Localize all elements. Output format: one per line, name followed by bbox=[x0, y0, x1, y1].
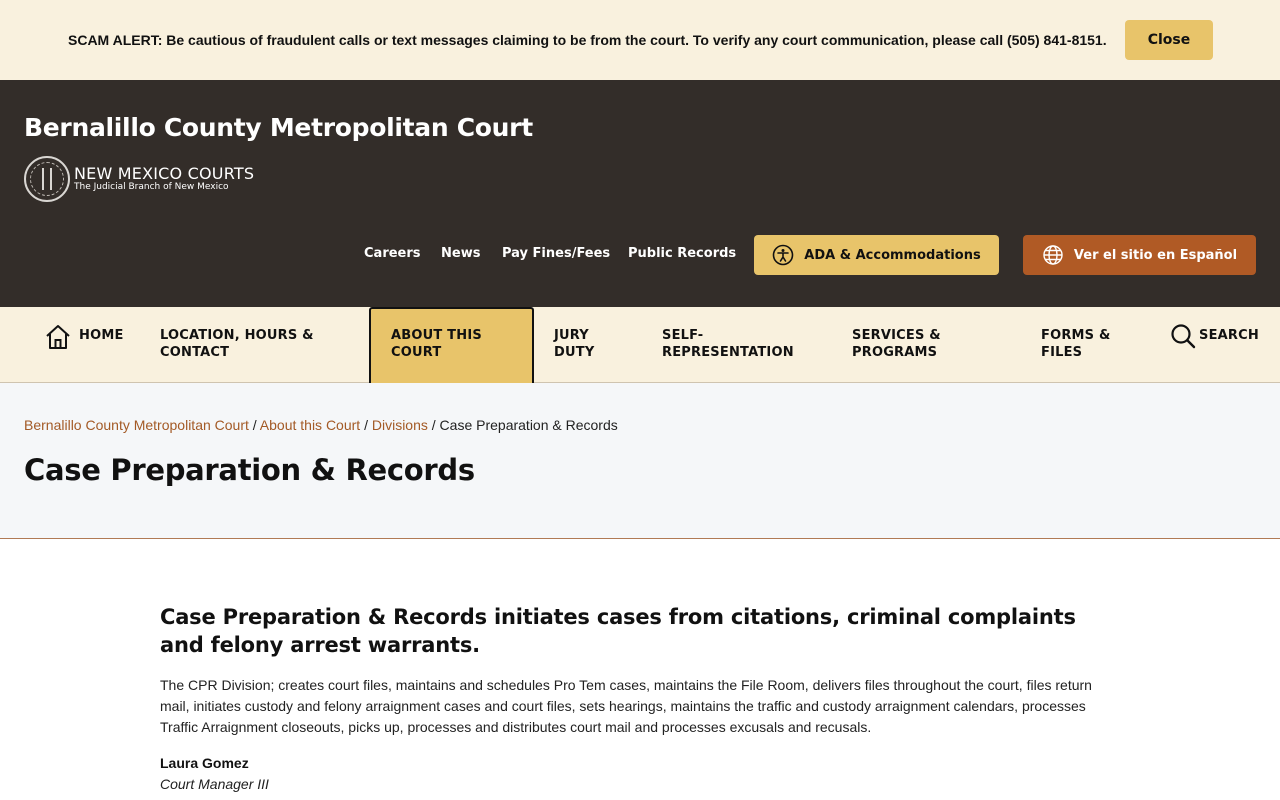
site-title[interactable]: Bernalillo County Metropolitan Court bbox=[24, 113, 533, 142]
public-records-link[interactable]: Public Records bbox=[628, 246, 736, 261]
nav-search[interactable]: SEARCH bbox=[1170, 307, 1260, 383]
nav-label: SELF-REPRESENTATION bbox=[662, 328, 794, 360]
globe-icon bbox=[1043, 245, 1063, 265]
breadcrumb-link-divisions[interactable]: Divisions bbox=[372, 417, 428, 433]
logo-tagline: The Judicial Branch of New Mexico bbox=[74, 182, 229, 192]
spanish-site-button[interactable]: Ver el sitio en Español bbox=[1023, 235, 1256, 275]
nav-label: JURY DUTY bbox=[554, 328, 595, 360]
nav-home-label: HOME bbox=[79, 328, 124, 343]
new-mexico-courts-logo[interactable]: NEW MEXICO COURTS The Judicial Branch of… bbox=[24, 155, 284, 203]
breadcrumb-link-about[interactable]: About this Court bbox=[260, 417, 360, 433]
nav-forms-files[interactable]: FORMS & FILES bbox=[1041, 307, 1141, 383]
accessibility-icon bbox=[772, 244, 794, 266]
nav-label: SERVICES & PROGRAMS bbox=[852, 328, 941, 360]
home-icon bbox=[46, 325, 70, 349]
nav-label: LOCATION, HOURS & CONTACT bbox=[160, 328, 314, 360]
nav-home[interactable]: HOME bbox=[40, 307, 140, 383]
breadcrumb: Bernalillo County Metropolitan Court / A… bbox=[24, 417, 618, 433]
spanish-label: Ver el sitio en Español bbox=[1073, 247, 1238, 263]
breadcrumb-link-home[interactable]: Bernalillo County Metropolitan Court bbox=[24, 417, 249, 433]
nav-jury-duty[interactable]: JURY DUTY bbox=[554, 307, 634, 383]
nav-label: ABOUT THIS COURT bbox=[391, 328, 482, 360]
pay-fines-link[interactable]: Pay Fines/Fees bbox=[502, 246, 610, 261]
careers-link[interactable]: Careers bbox=[364, 246, 421, 261]
main-navigation: HOME LOCATION, HOURS & CONTACT ABOUT THI… bbox=[0, 307, 1280, 383]
scam-alert-bar: SCAM ALERT: Be cautious of fraudulent ca… bbox=[0, 0, 1280, 80]
logo-name: NEW MEXICO COURTS bbox=[74, 164, 255, 183]
nav-about-this-court[interactable]: ABOUT THIS COURT bbox=[369, 307, 534, 383]
nav-label: FORMS & FILES bbox=[1041, 328, 1111, 360]
nav-search-label: SEARCH bbox=[1199, 328, 1259, 343]
page-header-band: Bernalillo County Metropolitan Court / A… bbox=[0, 383, 1280, 539]
breadcrumb-separator: / bbox=[431, 417, 440, 433]
scam-alert-text: SCAM ALERT: Be cautious of fraudulent ca… bbox=[68, 32, 1107, 48]
page-title: Case Preparation & Records bbox=[24, 453, 475, 487]
breadcrumb-current: Case Preparation & Records bbox=[439, 417, 618, 433]
nav-location-hours-contact[interactable]: LOCATION, HOURS & CONTACT bbox=[160, 307, 340, 383]
ada-label: ADA & Accommodations bbox=[804, 247, 981, 263]
breadcrumb-separator: / bbox=[364, 417, 372, 433]
close-alert-button[interactable]: Close bbox=[1125, 20, 1213, 60]
search-icon bbox=[1171, 324, 1196, 349]
section-body: The CPR Division; creates court files, m… bbox=[160, 677, 1092, 735]
section-heading: Case Preparation & Records initiates cas… bbox=[160, 605, 1076, 657]
court-seal-icon bbox=[24, 156, 70, 202]
nav-services-programs[interactable]: SERVICES & PROGRAMS bbox=[852, 307, 1002, 383]
breadcrumb-separator: / bbox=[252, 417, 260, 433]
nav-self-representation[interactable]: SELF-REPRESENTATION bbox=[662, 307, 822, 383]
news-link[interactable]: News bbox=[441, 246, 480, 261]
contact-title: Court Manager III bbox=[160, 776, 269, 792]
site-header: Bernalillo County Metropolitan Court NEW… bbox=[0, 80, 1280, 307]
contact-name: Laura Gomez bbox=[160, 755, 249, 771]
ada-accommodations-button[interactable]: ADA & Accommodations bbox=[754, 235, 999, 275]
